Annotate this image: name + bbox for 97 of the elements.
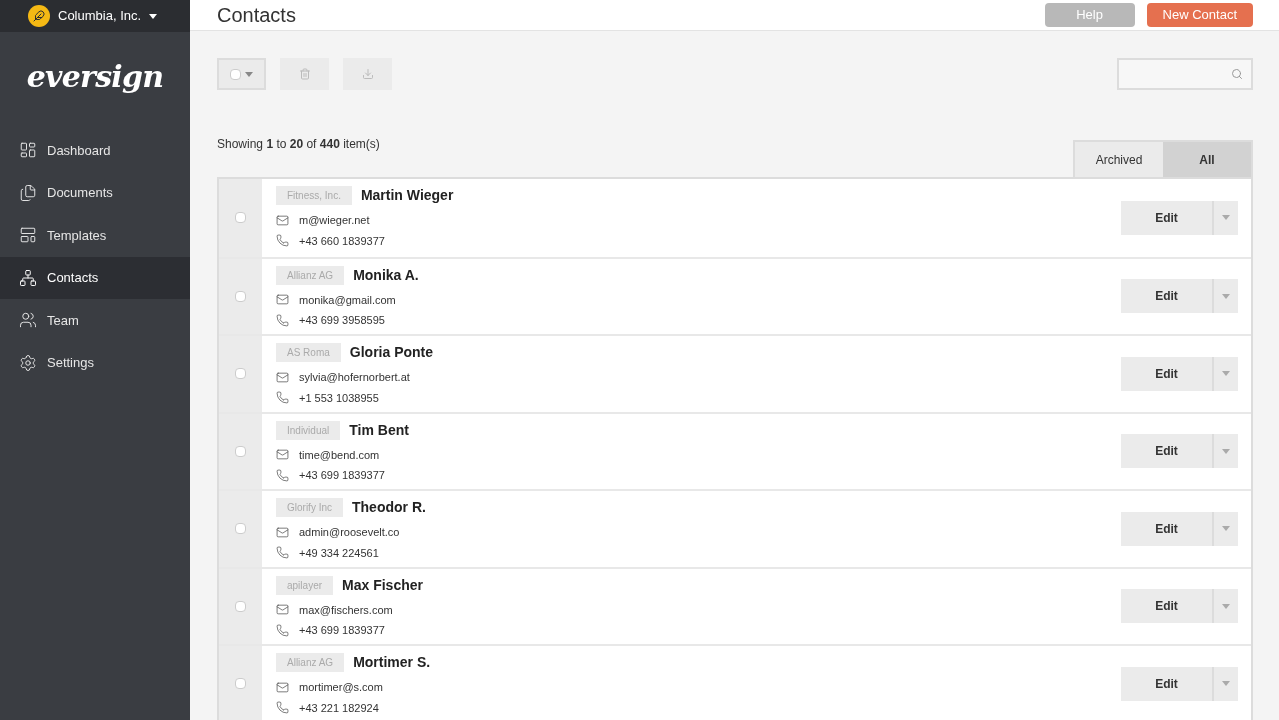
caret-icon [1222,603,1230,609]
row-checkbox[interactable] [235,523,246,535]
phone-icon [276,546,289,560]
company-logo-icon [28,5,50,27]
contact-name: Theodor R. [352,498,426,517]
search-icon [1231,68,1243,80]
contact-phone: +49 334 224561 [299,545,379,561]
row-checkbox[interactable] [235,678,246,690]
more-actions-button[interactable] [1212,511,1238,546]
company-tag: AS Roma [276,343,341,362]
envelope-icon [276,680,289,694]
row-checkbox[interactable] [235,600,246,612]
download-icon [361,68,374,80]
envelope-icon [276,293,289,307]
phone-icon [276,234,289,248]
contact-email: max@fischers.com [299,602,393,618]
trash-icon [298,68,311,80]
company-tag: apilayer [276,575,334,595]
settings-icon [19,353,37,372]
phone-icon [276,313,289,327]
envelope-icon [276,213,289,227]
contact-name: Tim Bent [349,420,409,440]
company-tag: Allianz AG [276,265,345,285]
envelope-icon [276,525,289,539]
contact-phone: +43 660 1839377 [299,233,385,249]
caret-icon [1222,448,1230,454]
contact-name: Max Fischer [342,575,423,595]
edit-button[interactable]: Edit [1121,200,1212,235]
contact-email: time@bend.com [299,447,380,463]
contact-email: admin@roosevelt.co [299,525,400,540]
more-actions-button[interactable] [1212,200,1238,235]
caret-icon [1222,293,1230,299]
caret-icon [1222,215,1230,221]
row-checkbox[interactable] [235,212,246,224]
eversign-logo: eversign [26,58,164,96]
more-actions-button[interactable] [1212,434,1238,469]
sidebar-item[interactable]: Documents [0,171,190,214]
contact-name: Monika A. [353,265,419,285]
export-button[interactable] [343,58,392,90]
caret-icon [1222,681,1230,687]
edit-button[interactable]: Edit [1121,434,1212,469]
delete-button[interactable] [280,58,329,90]
caret-icon [1222,526,1230,532]
checkbox-icon [230,68,241,80]
filter-tab[interactable]: All [1163,142,1251,177]
contact-name: Gloria Ponte [349,343,434,362]
results-summary: Showing 1 to 20 of 440 item(s) [217,136,380,153]
phone-icon [276,623,289,637]
contact-phone: +43 699 1839377 [299,468,385,483]
phone-icon [276,468,289,482]
sidebar-item[interactable]: Contacts [0,256,190,299]
contact-name: Mortimer S. [353,653,431,672]
account-switcher[interactable]: Columbia, Inc. [58,6,158,26]
envelope-icon [276,448,289,462]
sidebar-item[interactable]: Team [0,299,190,342]
edit-button[interactable]: Edit [1121,356,1212,391]
company-tag: Fitness, Inc. [276,186,352,205]
phone-icon [276,701,289,715]
edit-button[interactable]: Edit [1121,589,1212,624]
edit-button[interactable]: Edit [1121,666,1212,701]
select-all-dropdown[interactable] [217,58,266,90]
row-checkbox[interactable] [235,368,246,380]
sidebar-item[interactable]: Templates [0,214,190,257]
caret-icon [1222,371,1230,377]
contact-email: mortimer@s.com [299,680,383,695]
company-tag: Individual [276,420,341,440]
contact-email: sylvia@hofernorbert.at [299,370,410,385]
edit-button[interactable]: Edit [1121,279,1212,314]
filter-tab[interactable]: Archived [1075,142,1163,177]
edit-button[interactable]: Edit [1121,511,1212,546]
envelope-icon [276,603,289,617]
envelope-icon [276,370,289,384]
company-tag: Allianz AG [276,653,345,672]
more-actions-button[interactable] [1212,356,1238,391]
row-checkbox[interactable] [235,290,246,302]
contact-name: Martin Wieger [360,186,454,205]
contact-phone: +43 699 3958595 [299,313,385,328]
more-actions-button[interactable] [1212,589,1238,624]
people-network-icon [19,268,37,287]
row-checkbox[interactable] [235,445,246,457]
phone-icon [276,391,289,405]
sidebar-item[interactable]: Dashboard [0,129,190,172]
caret-icon [149,13,158,19]
documents-icon [19,183,37,202]
more-actions-button[interactable] [1212,666,1238,701]
contact-phone: +43 221 182924 [299,700,379,716]
page-title: Contacts [217,3,296,28]
contact-email: m@wieger.net [299,213,370,228]
caret-icon [245,71,253,77]
team-icon [19,311,37,330]
contact-phone: +43 699 1839377 [299,623,385,638]
search-field[interactable] [1117,58,1253,90]
contact-phone: +1 553 1038955 [299,390,379,406]
template-icon [19,226,37,245]
sidebar-item[interactable]: Settings [0,341,190,384]
more-actions-button[interactable] [1212,279,1238,314]
contact-email: monika@gmail.com [299,292,396,308]
